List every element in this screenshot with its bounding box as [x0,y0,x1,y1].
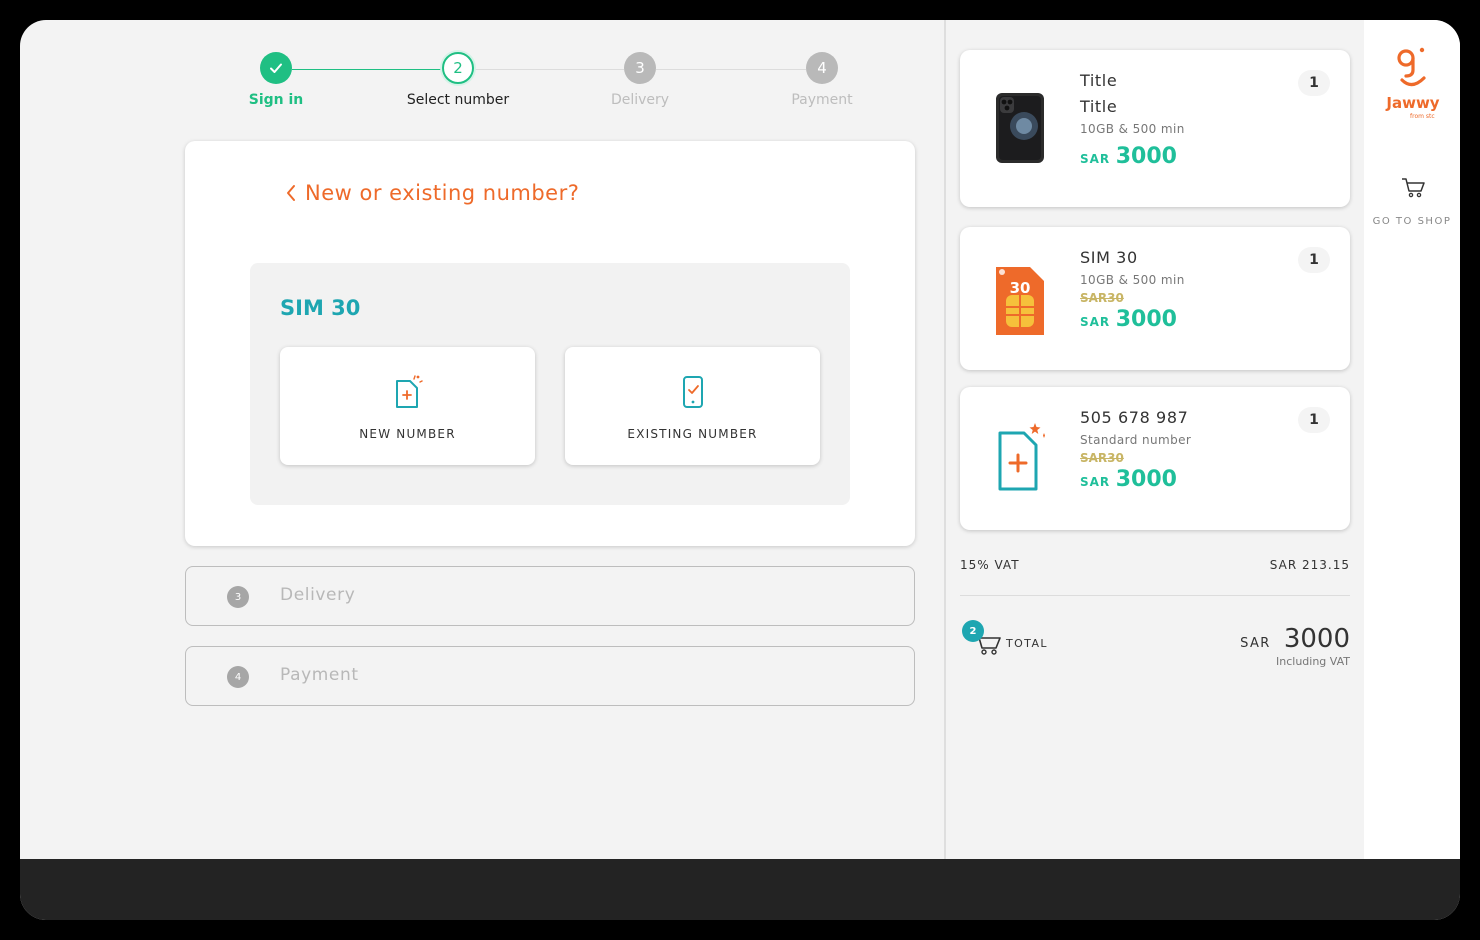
go-to-shop-link[interactable]: GO TO SHOP [1364,216,1460,227]
new-sim-icon [998,423,1045,491]
total-amount: 3000 [1283,624,1350,654]
page-title: New or existing number? [305,181,580,205]
shop-cart-icon[interactable] [1400,176,1426,198]
item-quantity[interactable]: 1 [1298,407,1330,433]
vat-label: 15% VAT [960,558,1020,572]
sim-name: SIM 30 [280,296,361,320]
payment-section[interactable]: 4 Payment [185,646,915,706]
total-currency: SAR [1240,636,1271,651]
vat-row: 15% VAT SAR 213.15 [960,558,1350,572]
step-label: Select number [406,92,510,108]
cart-count-badge: 2 [962,620,984,642]
logo-mark-icon [1397,47,1426,87]
item-quantity[interactable]: 1 [1298,247,1330,273]
step-number: 3 [227,586,249,608]
cart-item-number: 505 678 987 Standard number SAR30 SAR 30… [960,387,1350,530]
new-number-button[interactable]: NEW NUMBER [280,347,535,465]
item-price: SAR 3000 [1080,144,1300,169]
phone-check-icon [682,376,703,408]
step-number: 4 [806,52,838,84]
step-select-number[interactable]: 2 Select number [378,52,538,108]
item-title: SIM 30 [1080,248,1138,267]
item-plan: 10GB & 500 min [1080,122,1185,136]
price-currency: SAR [1080,315,1111,329]
delivery-section[interactable]: 3 Delivery [185,566,915,626]
price-amount: 3000 [1115,144,1177,169]
checkmark-icon [260,52,292,84]
new-sim-icon [395,375,423,408]
sim-panel: SIM 30 NEW NUMBER EXISTING NUMBER [250,263,850,505]
screen: Sign in 2 Select number 3 Delivery 4 Pay… [20,20,1460,920]
item-title: Title [1080,71,1118,90]
back-link[interactable]: New or existing number? [285,181,579,205]
right-rail: Jawwy from stc GO TO SHOP [1364,20,1460,859]
jawwy-logo[interactable]: Jawwy from stc [1382,46,1444,126]
cart-item-phone: Title Title 10GB & 500 min SAR 3000 1 [960,50,1350,207]
cart-panel: Title Title 10GB & 500 min SAR 3000 1 30 [946,20,1364,859]
item-plan: Standard number [1080,433,1192,447]
horizontal-divider [960,595,1350,596]
step-label: Sign in [248,92,304,108]
cart-item-text: 505 678 987 Standard number SAR30 SAR 30… [1080,405,1300,492]
total-label: TOTAL [1006,637,1048,650]
price-amount: 3000 [1115,467,1177,492]
cart-item-sim: 30 SIM 30 10GB & 500 min SAR30 SAR 3000 … [960,227,1350,370]
existing-number-button[interactable]: EXISTING NUMBER [565,347,820,465]
step-payment: 4 Payment [742,52,902,108]
item-old-price: SAR30 [1080,291,1124,305]
step-delivery: 3 Delivery [560,52,720,108]
total-price: SAR 3000 [1240,624,1350,654]
price-currency: SAR [1080,475,1111,489]
sim-badge-number: 30 [1010,279,1031,297]
bottom-bar [20,859,1460,920]
vat-value: SAR 213.15 [1269,558,1350,572]
item-title-2: Title [1080,97,1118,116]
step-number: 4 [227,666,249,688]
step-number: 3 [624,52,656,84]
step-label: Payment [791,92,853,108]
phone-image [996,93,1044,163]
step-sign-in[interactable]: Sign in [196,52,356,108]
device-frame: Sign in 2 Select number 3 Delivery 4 Pay… [0,0,1480,940]
logo-wordmark: Jawwy [1386,94,1440,112]
section-label: Payment [280,665,359,685]
step-number: 2 [442,52,474,84]
cart-item-text: SIM 30 10GB & 500 min SAR30 SAR 3000 [1080,245,1300,332]
total-note: Including VAT [1276,655,1350,668]
step-label: Delivery [610,92,670,108]
checkout-stepper: Sign in 2 Select number 3 Delivery 4 Pay… [20,20,945,140]
price-amount: 3000 [1115,307,1177,332]
existing-number-label: EXISTING NUMBER [627,427,758,441]
section-label: Delivery [280,585,356,605]
item-old-price: SAR30 [1080,451,1124,465]
logo-subtext: from stc [1410,113,1435,120]
cart-item-text: Title Title 10GB & 500 min SAR 3000 [1080,68,1300,169]
item-price: SAR 3000 [1080,467,1300,492]
select-number-card: New or existing number? SIM 30 NEW NUMBE… [185,141,915,546]
item-price: SAR 3000 [1080,307,1300,332]
item-plan: 10GB & 500 min [1080,273,1185,287]
sim-card-image: 30 [996,267,1044,335]
new-number-label: NEW NUMBER [359,427,456,441]
item-title: 505 678 987 [1080,408,1189,427]
chevron-left-icon [287,185,295,201]
item-quantity[interactable]: 1 [1298,70,1330,96]
price-currency: SAR [1080,152,1111,166]
